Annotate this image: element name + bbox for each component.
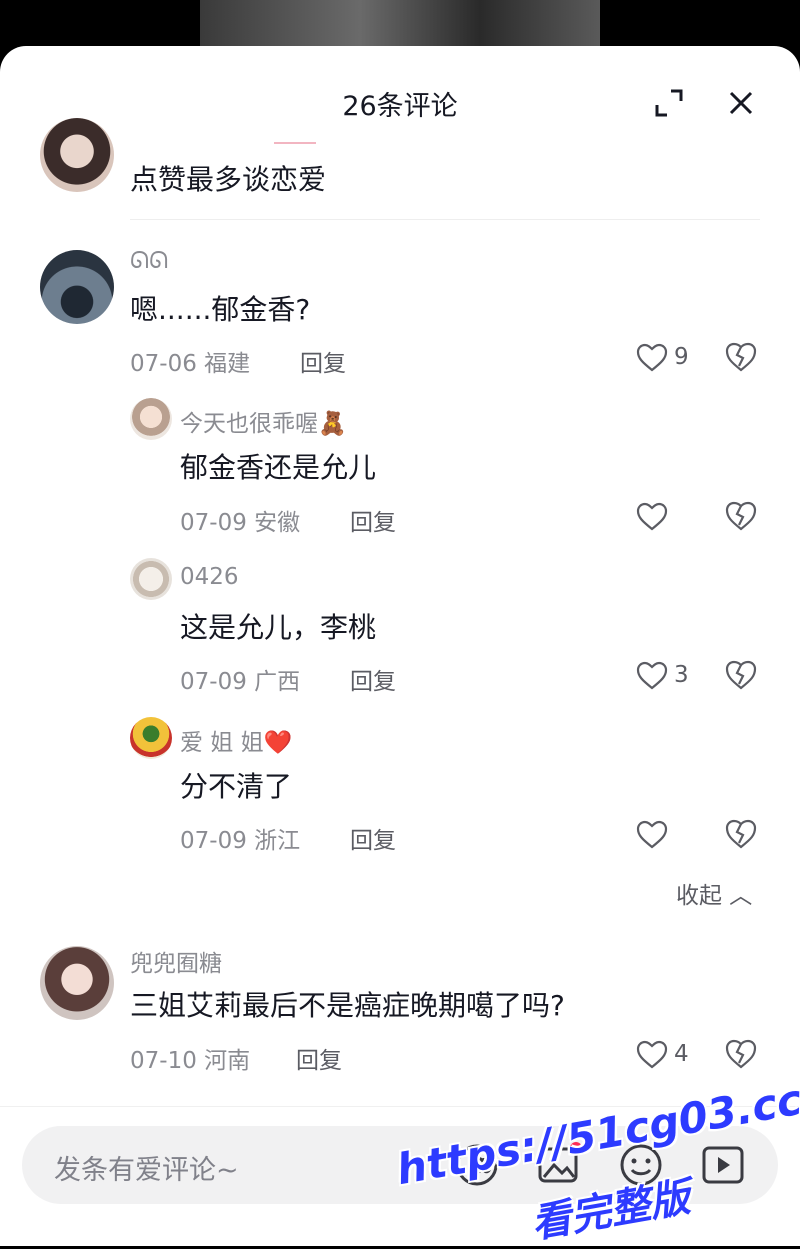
reply-button[interactable]: 回复 bbox=[300, 344, 346, 378]
username[interactable]: 今天也很乖喔🧸 bbox=[180, 404, 347, 438]
username[interactable]: ᘏᘏ bbox=[130, 248, 168, 274]
like-count: 3 bbox=[674, 662, 689, 688]
username[interactable]: 兜兜囿糖 bbox=[130, 944, 222, 978]
broken-heart-icon[interactable] bbox=[724, 818, 758, 850]
comment-input-placeholder[interactable]: 发条有爱评论~ bbox=[54, 1148, 239, 1187]
like-count: 9 bbox=[674, 344, 689, 370]
username[interactable]: 爱 姐 姐❤️ bbox=[180, 723, 292, 757]
heart-icon[interactable] bbox=[636, 661, 668, 691]
avatar[interactable] bbox=[130, 398, 172, 440]
comment-date-location: 07-09 广西 bbox=[180, 669, 301, 695]
broken-heart-icon[interactable] bbox=[724, 1038, 758, 1070]
reply-button[interactable]: 回复 bbox=[296, 1041, 342, 1075]
collapse-replies-button[interactable]: 收起 ︿ bbox=[676, 876, 752, 910]
reply-button[interactable]: 回复 bbox=[350, 503, 396, 537]
avatar[interactable] bbox=[130, 717, 172, 759]
comment-text: 分不清了 bbox=[180, 770, 293, 803]
play-icon[interactable] bbox=[700, 1142, 746, 1188]
heart-icon[interactable] bbox=[636, 1040, 668, 1070]
comment-text: 郁金香还是允儿 bbox=[180, 451, 377, 484]
avatar[interactable] bbox=[40, 250, 114, 324]
reply-button[interactable]: 回复 bbox=[350, 821, 396, 855]
heart-icon[interactable] bbox=[636, 343, 668, 373]
like-count: 4 bbox=[674, 1041, 689, 1067]
close-icon[interactable] bbox=[726, 88, 756, 118]
comment-text: 这是允儿，李桃 bbox=[180, 611, 377, 644]
username[interactable]: 0426 bbox=[180, 564, 239, 590]
broken-heart-icon[interactable] bbox=[724, 500, 758, 532]
expand-icon[interactable] bbox=[654, 88, 684, 118]
avatar[interactable] bbox=[40, 946, 114, 1020]
broken-heart-icon[interactable] bbox=[724, 659, 758, 691]
comment-header: 26条评论 bbox=[0, 46, 800, 161]
heart-icon[interactable] bbox=[636, 820, 668, 850]
reply-button[interactable]: 回复 bbox=[350, 662, 396, 696]
comment-date-location: 07-09 安徽 bbox=[180, 510, 301, 536]
comment-text: 点赞最多谈恋爱 bbox=[130, 163, 327, 196]
comment-sheet: 26条评论 点赞最多谈恋爱 ᘏᘏ 嗯......郁金香? 07-06 福建 回复… bbox=[0, 46, 800, 1246]
comment-date-location: 07-06 福建 bbox=[130, 351, 251, 377]
avatar[interactable] bbox=[130, 558, 172, 600]
broken-heart-icon[interactable] bbox=[724, 341, 758, 373]
comment-date-location: 07-10 河南 bbox=[130, 1048, 251, 1074]
heart-icon[interactable] bbox=[636, 502, 668, 532]
avatar[interactable] bbox=[40, 118, 114, 192]
divider bbox=[130, 219, 760, 220]
comment-date-location: 07-09 浙江 bbox=[180, 828, 301, 854]
comment-text: 嗯......郁金香? bbox=[130, 293, 311, 326]
scroll-indicator bbox=[274, 142, 316, 144]
comment-text: 三姐艾莉最后不是癌症晚期噶了吗? bbox=[130, 989, 565, 1022]
